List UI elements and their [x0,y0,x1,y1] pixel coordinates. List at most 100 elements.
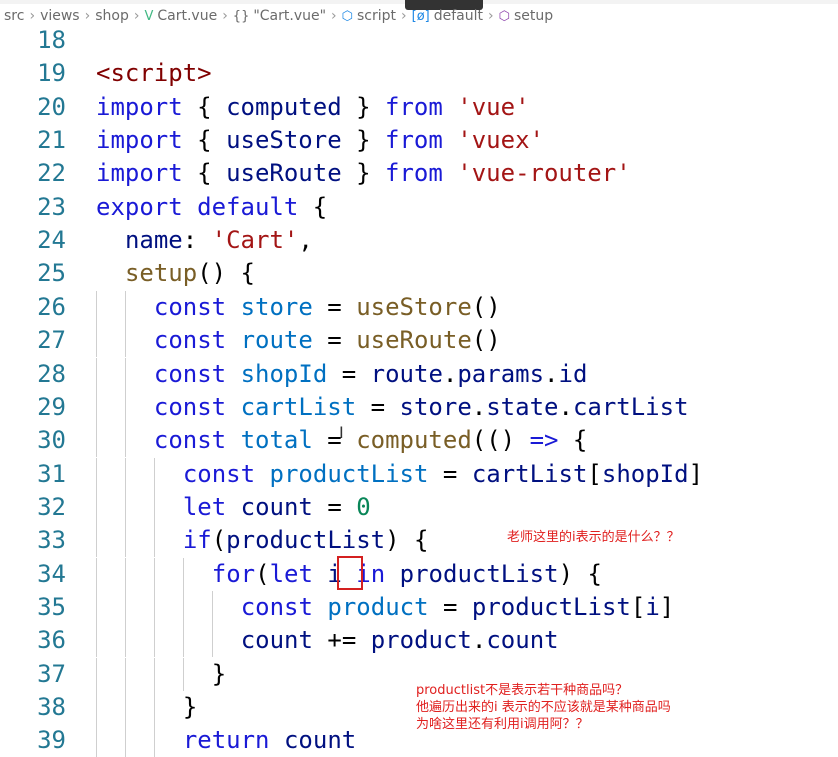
cube-icon: ⬡ [341,8,354,24]
line-number: 39 [37,726,66,755]
indent-guide [153,657,155,691]
code-line[interactable]: 33 if(productList) { [0,524,838,558]
code-token: total [240,426,313,455]
line-number: 20 [37,92,66,121]
code-token: import [96,126,183,155]
code-line[interactable]: 32 let count = 0 [0,490,838,524]
line-number: 25 [37,259,66,288]
code-token: productList [399,559,559,588]
code-line[interactable]: 29 const cartList = store.state.cartList [0,390,838,424]
annotation-line: 他遍历出来的i 表示的不应该就是某种商品吗 [416,700,671,715]
chevron-right-icon: › [331,8,337,24]
code-line[interactable]: 22 import { useRoute } from 'vue-router' [0,157,838,190]
code-token: let [269,559,313,588]
code-token: 'vue-router' [457,159,631,188]
code-token: return [182,726,270,755]
breadcrumb-item[interactable]: shop [95,8,129,24]
code-token: shopId [240,359,328,388]
code-token: { [182,92,227,121]
code-token: const [153,292,227,321]
text-cursor-icon: I [339,423,344,442]
indent-guide [153,724,155,757]
line-number: 19 [37,59,66,88]
indent-guide [96,657,97,691]
code-line[interactable]: 28 const shopId = route.params.id [0,357,838,391]
code-token: if [182,526,212,555]
code-line[interactable]: 25 setup() { [0,257,838,290]
indent-guide [124,457,126,491]
code-line[interactable]: 21 import { useStore } from 'vuex' [0,124,838,157]
indent-guide [153,590,155,624]
code-token: = [312,426,357,455]
code-token: store [399,392,472,421]
indent-guide [182,590,184,624]
breadcrumb-item[interactable]: "Cart.vue" [253,8,326,24]
code-line[interactable]: 19 <script> [0,57,838,90]
code-token: productList [471,592,631,621]
code-token: = [312,292,357,321]
code-line[interactable]: 35 const product = productList[i] [0,590,838,624]
code-line[interactable]: 18 [0,24,838,57]
code-token: ] [659,592,675,621]
code-line[interactable]: 20 import { computed } from 'vue' [0,91,838,124]
code-token: import [96,92,183,121]
code-line[interactable]: 24 name: 'Cart', [0,224,838,257]
code-token: ( [211,526,227,555]
code-line[interactable]: 31 const productList = cartList[shopId] [0,457,838,491]
breadcrumb-item[interactable]: Cart.vue [157,8,217,24]
indent-guide [124,424,126,458]
code-token: const [153,392,227,421]
code-token: } [211,659,227,688]
indent-guide [96,357,97,391]
line-number: 31 [37,459,66,488]
code-line[interactable]: 34 for(let i in productList) { [0,557,838,591]
indent-guide [96,324,97,358]
breadcrumb-item[interactable]: views [40,8,80,24]
breadcrumb-item[interactable]: setup [514,8,553,24]
code-token: ) { [385,526,429,555]
code-token: default [197,192,299,221]
code-line[interactable]: 26 const store = useStore() [0,290,838,324]
line-number: 18 [37,26,66,54]
code-token: { [182,126,227,155]
line-number: 34 [37,559,66,588]
code-line[interactable]: 23 export default { [0,191,838,224]
indent-guide [124,290,126,324]
code-token: shopId [601,459,689,488]
indent-guide [96,590,97,624]
code-line[interactable]: 30 const total = computed(() => { [0,424,838,458]
code-token: cartList [572,392,689,421]
line-number: 27 [37,326,66,355]
code-token: . [442,359,458,388]
chevron-right-icon: › [488,8,494,24]
code-line[interactable]: 36 count += product.count [0,624,838,658]
indent-guide [96,424,97,458]
indent-guide [153,457,155,491]
code-token: { [298,192,328,221]
code-token: computed [226,92,342,121]
line-number: 32 [37,492,66,521]
indent-guide [153,691,155,724]
indent-guide [182,557,184,591]
code-token: from [385,92,443,121]
code-token: . [471,626,487,655]
chevron-right-icon: › [401,8,407,24]
code-token: [ [587,459,602,488]
code-line[interactable]: 27 const route = useRoute() [0,324,838,358]
chevron-right-icon: › [222,8,228,24]
breadcrumb-item[interactable]: default [434,8,483,24]
code-token: = [312,326,357,355]
indent-guide [124,524,126,558]
breadcrumb-item[interactable]: script [357,8,396,24]
code-token: 0 [356,492,371,521]
code-token: export [96,192,183,221]
indent-guide [124,691,126,724]
breadcrumb-item[interactable]: src [4,8,24,24]
indent-guide [96,390,97,424]
